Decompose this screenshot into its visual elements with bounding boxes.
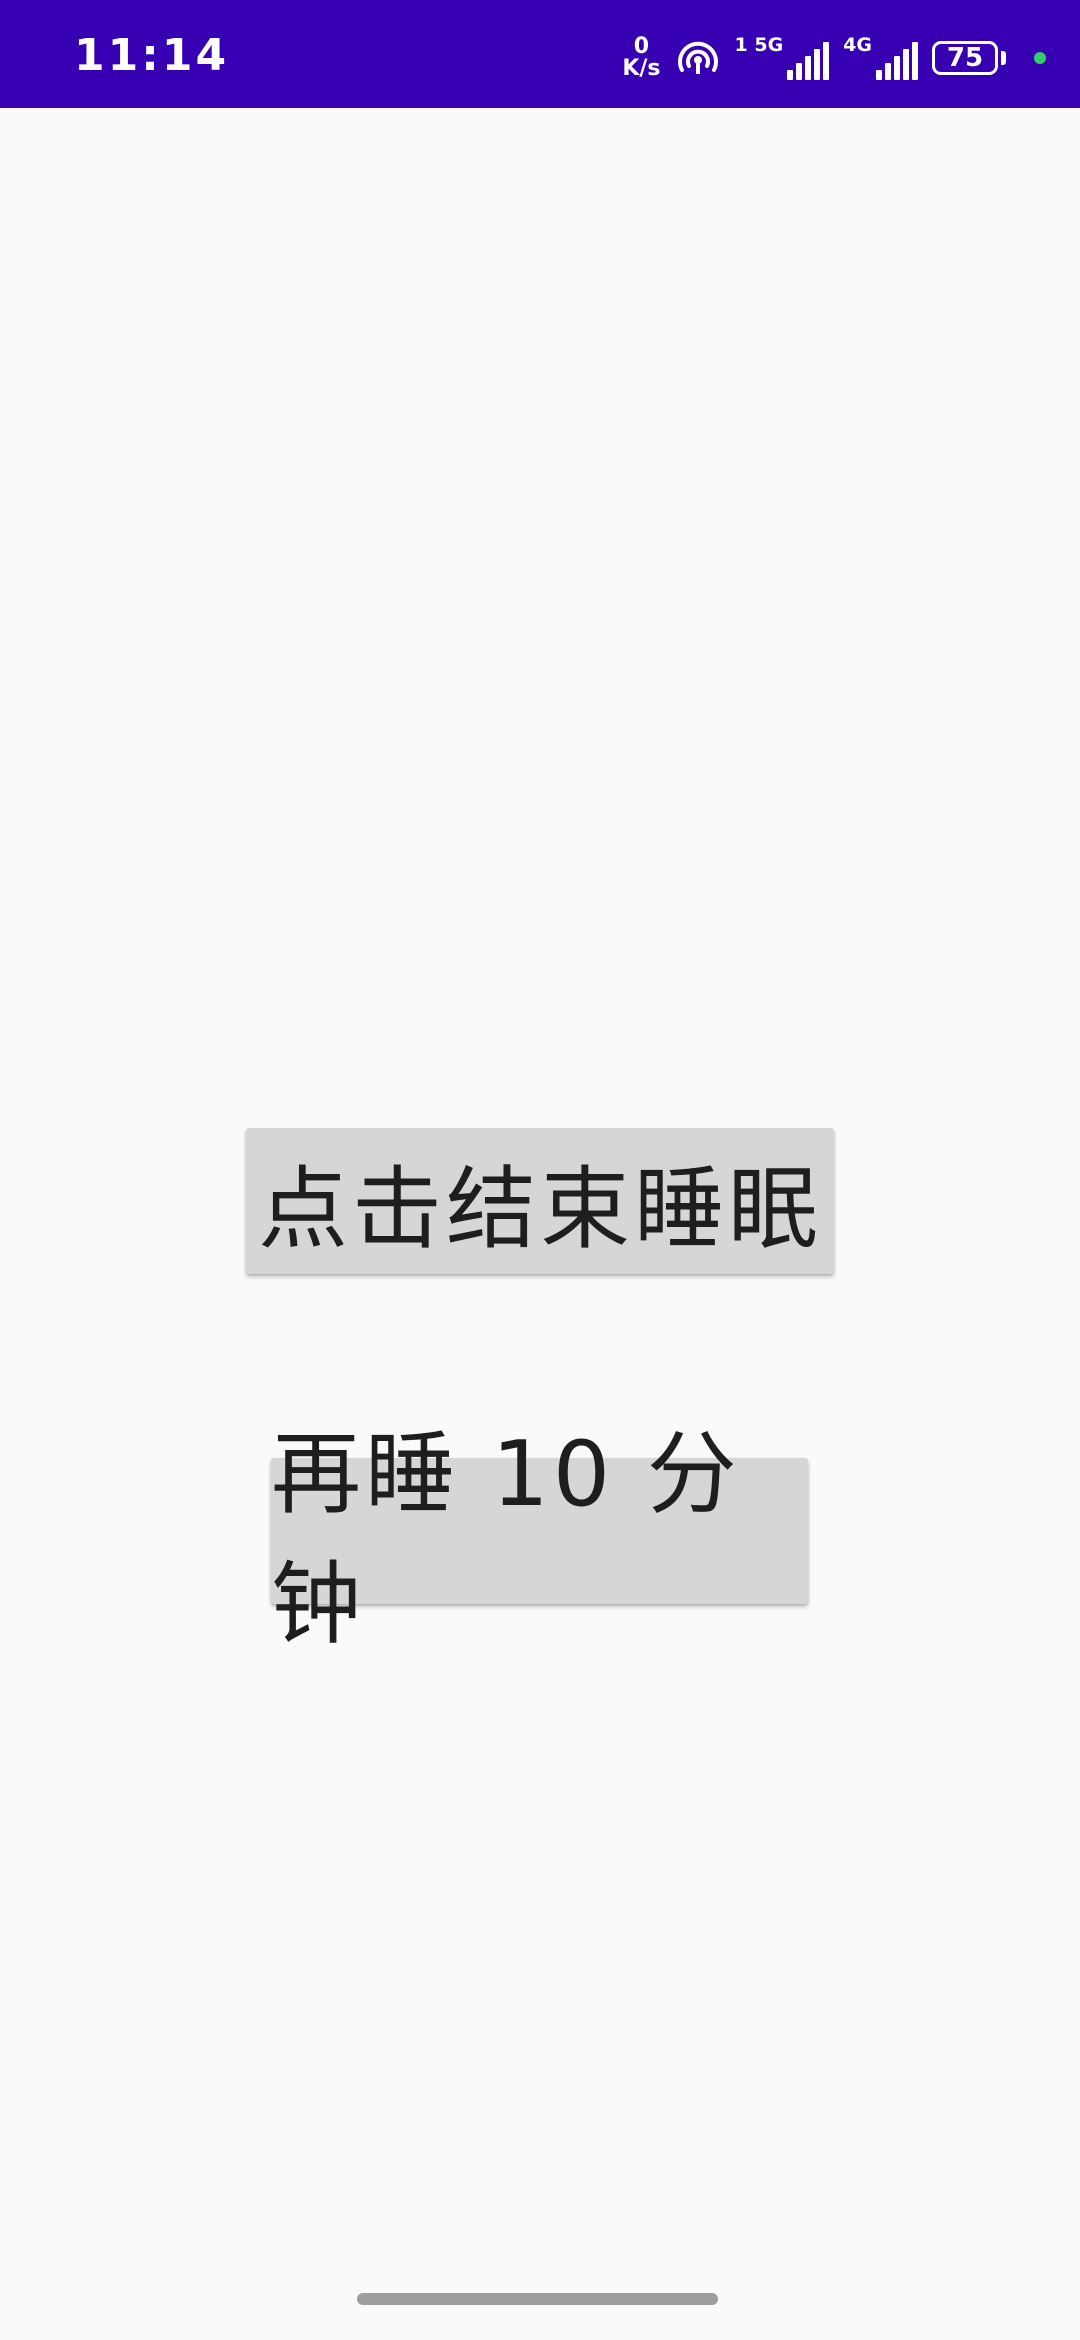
status-icons: 0 K/s 1 5G 4G 75 xyxy=(622,28,1046,88)
hotspot-icon xyxy=(675,36,721,80)
battery-icon: 75 xyxy=(932,41,1006,75)
network-speed: 0 K/s xyxy=(622,36,660,80)
sim1-signal: 1 5G xyxy=(735,36,830,80)
battery-tip xyxy=(1001,51,1006,65)
battery-percent: 75 xyxy=(932,41,998,75)
status-time: 11:14 xyxy=(74,30,230,81)
sim2-signal: 4G xyxy=(843,36,918,80)
screen: 11:14 0 K/s 1 5G 4G 75 点击结束睡眠 再睡 10 分钟 xyxy=(0,0,1080,2340)
signal-icon xyxy=(876,40,918,80)
network-speed-unit: K/s xyxy=(622,56,661,81)
gesture-navigation-handle[interactable] xyxy=(357,2293,718,2305)
snooze-10-minutes-button[interactable]: 再睡 10 分钟 xyxy=(271,1422,808,1657)
end-sleep-button[interactable]: 点击结束睡眠 xyxy=(246,1128,834,1274)
network-speed-value: 0 xyxy=(633,34,650,59)
signal-icon xyxy=(787,40,830,80)
sim2-label: 4G xyxy=(843,34,872,56)
status-bar: 11:14 0 K/s 1 5G 4G 75 xyxy=(0,0,1080,108)
privacy-indicator-dot xyxy=(1034,52,1046,64)
sim1-label: 1 5G xyxy=(734,34,784,56)
